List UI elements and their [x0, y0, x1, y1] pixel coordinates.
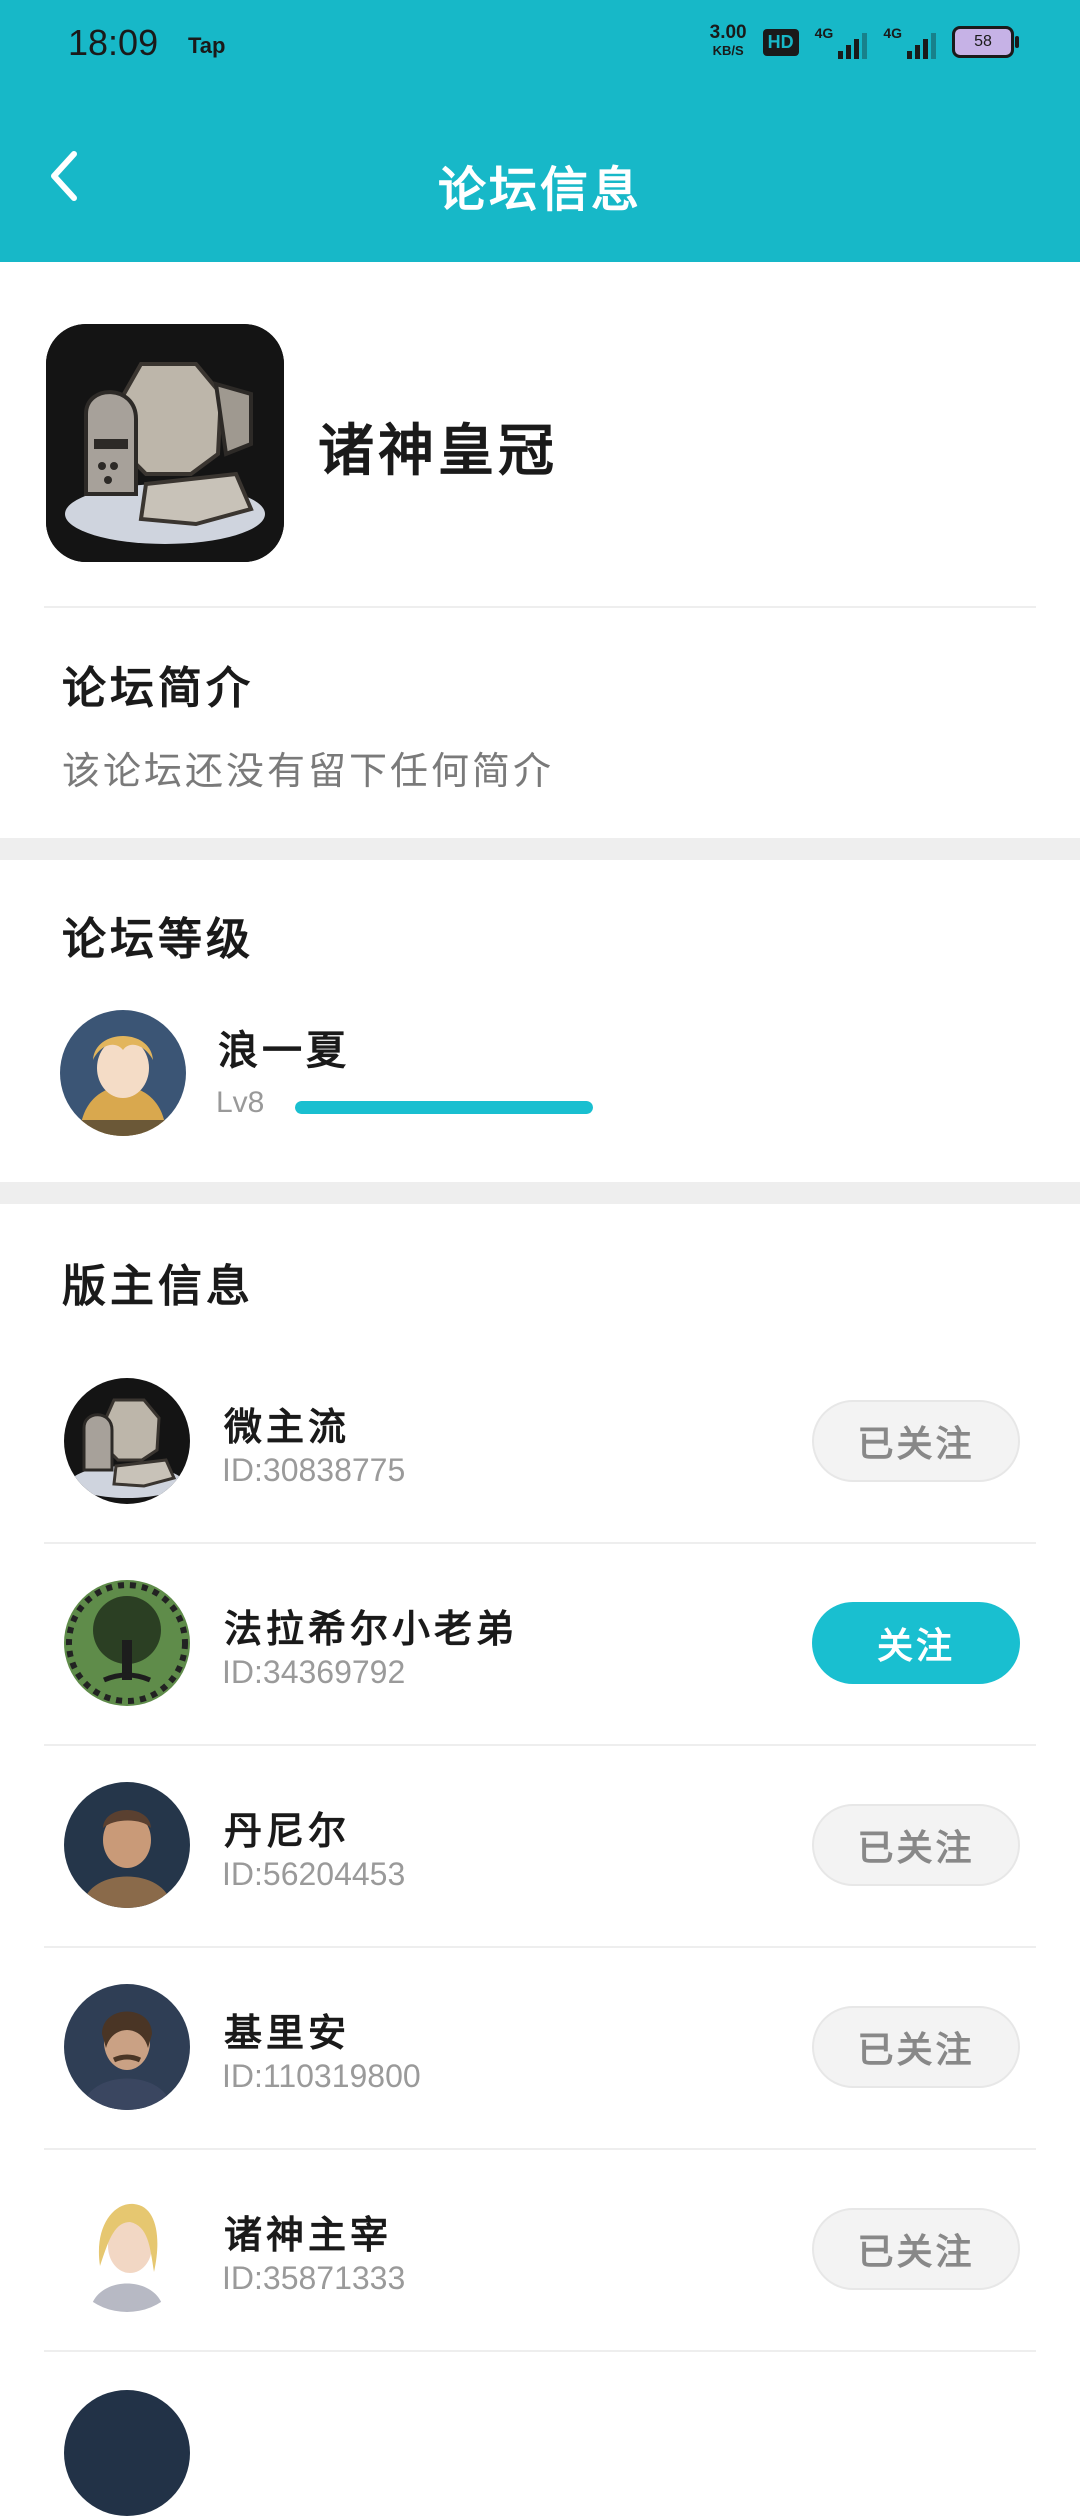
tree-avatar-icon	[64, 1580, 190, 1706]
avatar[interactable]	[60, 1010, 186, 1136]
level-progress-bar	[295, 1101, 593, 1114]
armor-avatar-icon	[64, 1378, 190, 1504]
list-item[interactable]: 基里安 ID:110319800 已关注	[44, 1948, 1036, 2150]
intro-title: 论坛简介	[62, 663, 254, 714]
network-speed-unit: KB/S	[712, 43, 744, 58]
moderator-id: ID:110319800	[222, 2058, 421, 2094]
armor-icon	[46, 324, 284, 562]
avatar[interactable]	[64, 1782, 190, 1908]
avatar[interactable]	[64, 2390, 190, 2516]
status-icons: 3.00 KB/S HD 4G 4G 58	[709, 22, 1019, 60]
battery-icon: 58	[952, 26, 1019, 58]
level-title: 论坛等级	[62, 914, 254, 965]
moderator-name: 微主流	[224, 1404, 351, 1449]
level-label: Lv8	[216, 1086, 265, 1119]
network-speed-value: 3.00	[709, 22, 747, 43]
portrait-avatar-icon	[64, 2186, 190, 2312]
level-progress-fill	[295, 1101, 593, 1114]
moderator-name: 丹尼尔	[224, 1808, 351, 1853]
list-item[interactable]: 诸神主宰 ID:35871333 已关注	[44, 2150, 1036, 2352]
status-time: 18:09	[68, 22, 159, 63]
followed-button[interactable]: 已关注	[812, 1804, 1020, 1886]
followed-button[interactable]: 已关注	[812, 1400, 1020, 1482]
signal-label: 4G	[814, 25, 834, 41]
portrait-avatar-icon	[64, 1984, 190, 2110]
intro-text: 该论坛还没有留下任何简介	[62, 749, 555, 793]
page-title: 论坛信息	[437, 162, 642, 218]
forum-logo	[46, 324, 284, 562]
divider	[44, 2350, 1036, 2352]
list-item[interactable]: 微主流 ID:30838775 已关注	[44, 1342, 1036, 1544]
signal-icon: 4G	[815, 25, 868, 59]
moderator-id: ID:34369792	[222, 1654, 406, 1690]
followed-button[interactable]: 已关注	[812, 2208, 1020, 2290]
moderator-name: 诸神主宰	[224, 2212, 393, 2257]
moderators-title: 版主信息	[62, 1261, 254, 1312]
section-gap	[0, 1182, 1080, 1204]
portrait-avatar-icon	[64, 1782, 190, 1908]
signal-label-2: 4G	[883, 25, 902, 41]
hd-icon: HD	[762, 28, 799, 56]
list-item[interactable]: 丹尼尔 ID:56204453 已关注	[44, 1746, 1036, 1948]
moderator-name: 法拉希尔小老弟	[224, 1606, 519, 1651]
avatar[interactable]	[64, 1984, 190, 2110]
status-app-label: Tap	[188, 33, 226, 58]
moderator-id: ID:30838775	[222, 1452, 406, 1488]
moderator-id: ID:56204453	[222, 1856, 406, 1892]
forum-name: 诸神皇冠	[318, 418, 558, 484]
follow-button[interactable]: 关注	[812, 1602, 1020, 1684]
divider	[44, 606, 1036, 608]
top-bar: 18:09 Tap 3.00 KB/S HD 4G 4G 58 论坛信息	[0, 0, 1080, 262]
signal-icon-2: 4G	[883, 25, 936, 59]
user-avatar-icon	[60, 1010, 186, 1136]
followed-button[interactable]: 已关注	[812, 2006, 1020, 2088]
avatar[interactable]	[64, 1580, 190, 1706]
moderator-id: ID:35871333	[222, 2260, 406, 2296]
moderator-name: 基里安	[224, 2010, 351, 2055]
avatar[interactable]	[64, 2186, 190, 2312]
section-gap	[0, 838, 1080, 860]
avatar[interactable]	[64, 1378, 190, 1504]
battery-level: 58	[974, 33, 992, 50]
network-speed: 3.00 KB/S	[709, 22, 747, 60]
list-item[interactable]: 法拉希尔小老弟 ID:34369792 关注	[44, 1544, 1036, 1746]
level-user-name: 浪一夏	[218, 1027, 350, 1074]
